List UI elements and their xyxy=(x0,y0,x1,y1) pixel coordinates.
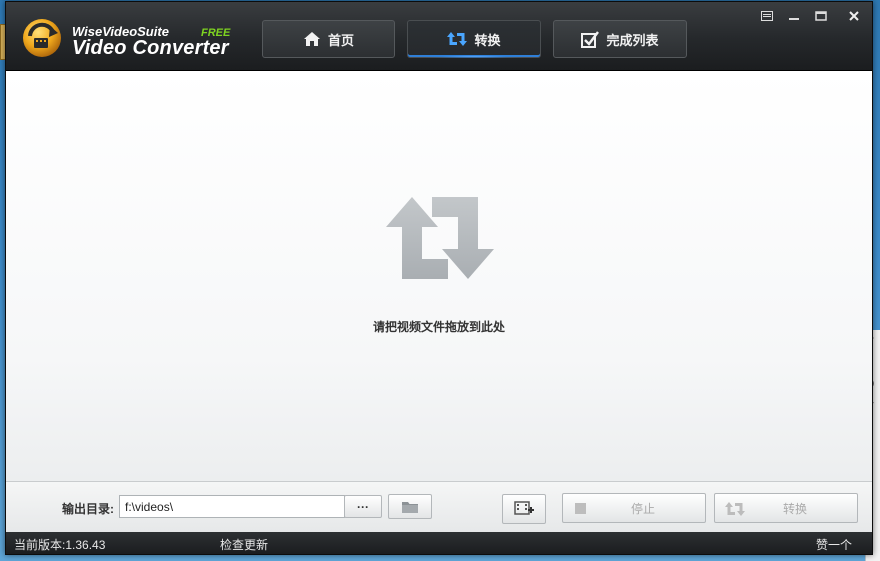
checklist-icon xyxy=(581,30,600,48)
tab-convert[interactable]: 转换 xyxy=(407,20,541,58)
close-icon xyxy=(849,11,859,21)
maximize-button[interactable] xyxy=(809,8,833,24)
like-link[interactable]: 赞一个 xyxy=(816,536,852,553)
convert-small-icon xyxy=(725,502,745,516)
stop-label: 停止 xyxy=(630,501,655,516)
menu-icon xyxy=(761,11,773,21)
stop-icon xyxy=(575,503,586,514)
add-video-icon xyxy=(514,501,534,515)
maximize-icon xyxy=(815,11,827,21)
tab-convert-label: 转换 xyxy=(474,32,501,48)
convert-icon xyxy=(447,32,468,46)
output-directory-label: 输出目录: xyxy=(62,502,114,516)
app-window: WiseVideoSuite FREE Video Converter 首页 转… xyxy=(5,1,873,555)
app-title: Video Converter xyxy=(72,37,229,59)
tab-home-label: 首页 xyxy=(327,32,354,48)
convert-placeholder-icon xyxy=(386,197,494,279)
stop-button[interactable]: 停止 xyxy=(562,493,706,523)
tab-completed-label: 完成列表 xyxy=(606,32,659,48)
minimize-button[interactable] xyxy=(782,8,806,24)
app-logo-icon xyxy=(23,19,61,57)
open-folder-button[interactable] xyxy=(388,494,432,519)
title-bar[interactable]: WiseVideoSuite FREE Video Converter 首页 转… xyxy=(6,2,872,71)
add-video-button[interactable] xyxy=(502,494,546,524)
status-bar: 当前版本:1.36.43 检查更新 赞一个 xyxy=(6,532,872,554)
close-button[interactable] xyxy=(842,8,866,24)
output-directory-input[interactable] xyxy=(119,495,345,518)
browse-button[interactable]: ··· xyxy=(344,495,382,518)
version-text: 当前版本:1.36.43 xyxy=(14,538,106,552)
menu-button[interactable] xyxy=(755,8,779,24)
home-icon xyxy=(303,32,320,46)
output-toolbar: 输出目录: ··· 停止 xyxy=(6,481,872,532)
convert-button[interactable]: 转换 xyxy=(714,493,858,523)
convert-label: 转换 xyxy=(782,501,807,516)
folder-icon xyxy=(402,501,418,513)
tab-completed[interactable]: 完成列表 xyxy=(553,20,687,58)
tab-home[interactable]: 首页 xyxy=(262,20,395,58)
minimize-icon xyxy=(789,18,799,20)
drop-hint: 请把视频文件拖放到此处 xyxy=(372,320,505,334)
drop-zone[interactable]: 请把视频文件拖放到此处 xyxy=(6,71,872,481)
check-update-link[interactable]: 检查更新 xyxy=(220,536,268,553)
